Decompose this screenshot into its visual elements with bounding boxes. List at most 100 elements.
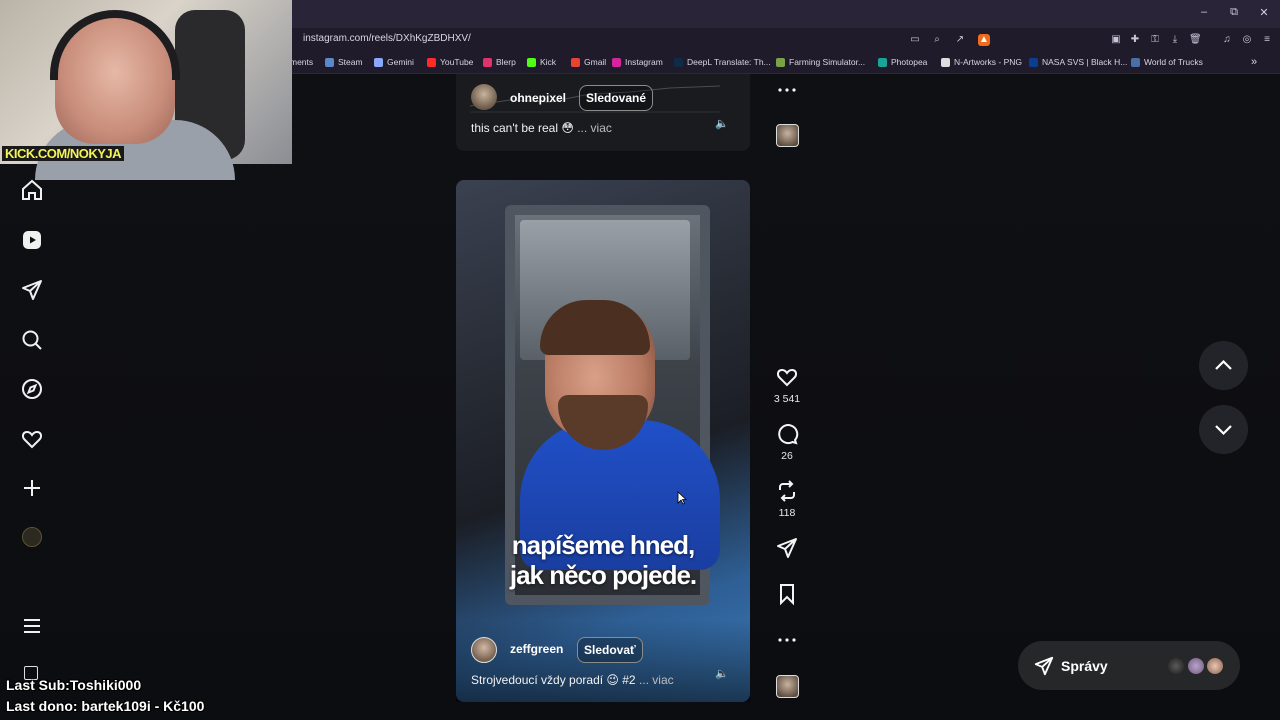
bookmark-label: Gmail <box>584 57 607 67</box>
previous-reel-volume-icon[interactable]: 🔈 <box>714 116 730 132</box>
bookmark-label: NASA SVS | Black H... <box>1042 57 1128 67</box>
extension-icon[interactable]: ▣ <box>1110 34 1122 46</box>
bookmark-favicon-icon <box>374 57 383 67</box>
brave-shield-icon[interactable]: ▲ <box>978 34 990 46</box>
bookmark-item[interactable]: Farming Simulator... <box>776 57 865 67</box>
reel-subtitle: napíšeme hned, jak něco pojede. <box>456 530 750 590</box>
bookmark-label: Kick <box>540 57 557 67</box>
comment-count: 26 <box>781 450 793 462</box>
bookmark-label: Gemini <box>387 57 414 67</box>
current-reel-audio-thumb[interactable] <box>776 675 799 698</box>
bookmark-item[interactable]: NASA SVS | Black H... <box>1029 57 1127 67</box>
url-text[interactable]: instagram.com/reels/DXhKgZBDHXV/ <box>303 33 471 44</box>
like-count: 3 541 <box>773 393 801 405</box>
explore-icon[interactable] <box>20 377 44 401</box>
current-reel-username[interactable]: zeffgreen <box>510 642 563 656</box>
music-icon[interactable]: ♫ <box>1221 34 1233 46</box>
reels-icon[interactable] <box>20 228 44 252</box>
previous-reel-avatar[interactable] <box>471 84 497 110</box>
bookmark-favicon-icon <box>325 57 334 67</box>
previous-reel-follow-button[interactable]: Sledované <box>579 85 654 111</box>
notifications-icon[interactable] <box>20 427 44 451</box>
bookmark-item[interactable]: Gemini <box>374 57 414 67</box>
previous-reel-button[interactable] <box>1199 341 1248 390</box>
current-reel-avatar[interactable] <box>471 637 497 663</box>
share-icon[interactable]: ↗ <box>954 34 966 46</box>
bookmark-label: World of Trucks <box>1144 57 1203 67</box>
like-icon[interactable] <box>775 365 799 389</box>
more-options-icon[interactable] <box>775 628 799 652</box>
bookmark-item[interactable]: ments <box>290 57 313 67</box>
bookmark-item[interactable]: Instagram <box>612 57 663 67</box>
message-avatar <box>1186 656 1206 676</box>
webcam-channel-tag: KICK.COM/NOKYJA <box>2 146 125 161</box>
reel-subtitle-line-1: napíšeme hned, <box>511 530 696 560</box>
bookmark-item[interactable]: Steam <box>325 57 363 67</box>
next-reel-button[interactable] <box>1199 405 1248 454</box>
messages-label: Správy <box>1061 658 1108 674</box>
message-avatar <box>1166 656 1186 676</box>
bookmark-favicon-icon <box>941 57 950 67</box>
previous-reel-more-icon[interactable] <box>775 78 799 102</box>
minimize-button[interactable]: – <box>1197 6 1211 18</box>
bookmark-favicon-icon <box>1131 57 1140 67</box>
bookmark-label: Blerp <box>496 57 516 67</box>
key-icon[interactable]: ⚿ <box>1149 34 1161 46</box>
bookmark-favicon-icon <box>776 57 785 67</box>
wallet-icon[interactable]: ◎ <box>1241 34 1253 46</box>
bookmark-item[interactable]: World of Trucks <box>1131 57 1203 67</box>
previous-reel-caption-text: this can't be real 😳 <box>471 121 574 135</box>
last-sub-label: Last Sub:Toshiki000 <box>6 677 142 693</box>
bookmark-item[interactable]: Photopea <box>878 57 927 67</box>
bookmark-label: ments <box>290 57 314 67</box>
download-icon[interactable]: ⤓ <box>1169 34 1181 46</box>
bookmark-item[interactable]: Blerp <box>483 57 516 67</box>
create-icon[interactable] <box>20 476 44 500</box>
bookmark-item[interactable]: Gmail <box>571 57 606 67</box>
search-icon[interactable] <box>20 328 44 352</box>
bookmark-label: Photopea <box>891 57 928 67</box>
bookmark-favicon-icon <box>427 57 436 67</box>
current-reel-volume-icon[interactable]: 🔈 <box>714 666 730 682</box>
previous-reel-audio-thumb[interactable] <box>776 124 799 147</box>
cast-icon[interactable]: ▭ <box>909 34 921 46</box>
bookmark-label: N-Artworks - PNG <box>954 57 1022 67</box>
mouse-cursor <box>677 491 687 505</box>
previous-reel-more-link[interactable]: ... viac <box>577 121 612 135</box>
bookmark-label: Steam <box>338 57 363 67</box>
profile-avatar[interactable] <box>22 527 42 547</box>
bookmark-item[interactable]: N-Artworks - PNG <box>941 57 1022 67</box>
trash-icon[interactable]: 🗑 <box>1189 34 1202 46</box>
share-icon[interactable] <box>775 536 799 560</box>
reel-subtitle-line-2: jak něco pojede. <box>509 560 697 590</box>
message-avatar <box>1205 656 1225 676</box>
current-reel-follow-button[interactable]: Sledovať <box>577 637 643 663</box>
bookmarks-overflow-button[interactable]: » <box>1251 56 1257 68</box>
bookmark-favicon-icon <box>1029 57 1038 67</box>
bookmark-favicon-icon <box>571 57 580 67</box>
close-button[interactable]: ✕ <box>1257 6 1271 19</box>
bookmark-item[interactable]: YouTube <box>427 57 473 67</box>
direct-icon <box>1033 655 1055 677</box>
menu-icon[interactable] <box>20 614 44 638</box>
bookmark-label: DeepL Translate: Th... <box>687 57 771 67</box>
comment-icon[interactable] <box>775 422 799 446</box>
bookmark-label: Instagram <box>625 57 663 67</box>
bookmark-favicon-icon <box>674 57 683 67</box>
current-reel-more-link[interactable]: ... viac <box>639 673 674 687</box>
direct-icon[interactable] <box>20 278 44 302</box>
bookmark-item[interactable]: DeepL Translate: Th... <box>674 57 771 67</box>
previous-reel-username[interactable]: ohnepixel <box>510 91 566 105</box>
save-icon[interactable] <box>775 582 799 606</box>
repost-icon[interactable] <box>775 479 799 503</box>
current-reel-caption: Strojvedoucí vždy poradí 😉 #2 ... viac <box>471 673 674 687</box>
puzzle-icon[interactable]: ✚ <box>1129 34 1141 46</box>
bookmark-label: YouTube <box>440 57 474 67</box>
bookmark-item[interactable]: Kick <box>527 57 556 67</box>
last-donation-label: Last dono: bartek109i - Kč100 <box>6 698 205 714</box>
zoom-icon[interactable]: ⌕ <box>931 34 943 46</box>
bookmark-favicon-icon <box>612 57 621 67</box>
menu-icon[interactable]: ≡ <box>1261 34 1273 46</box>
home-icon[interactable] <box>20 178 44 202</box>
restore-button[interactable]: ⧉ <box>1227 6 1241 19</box>
